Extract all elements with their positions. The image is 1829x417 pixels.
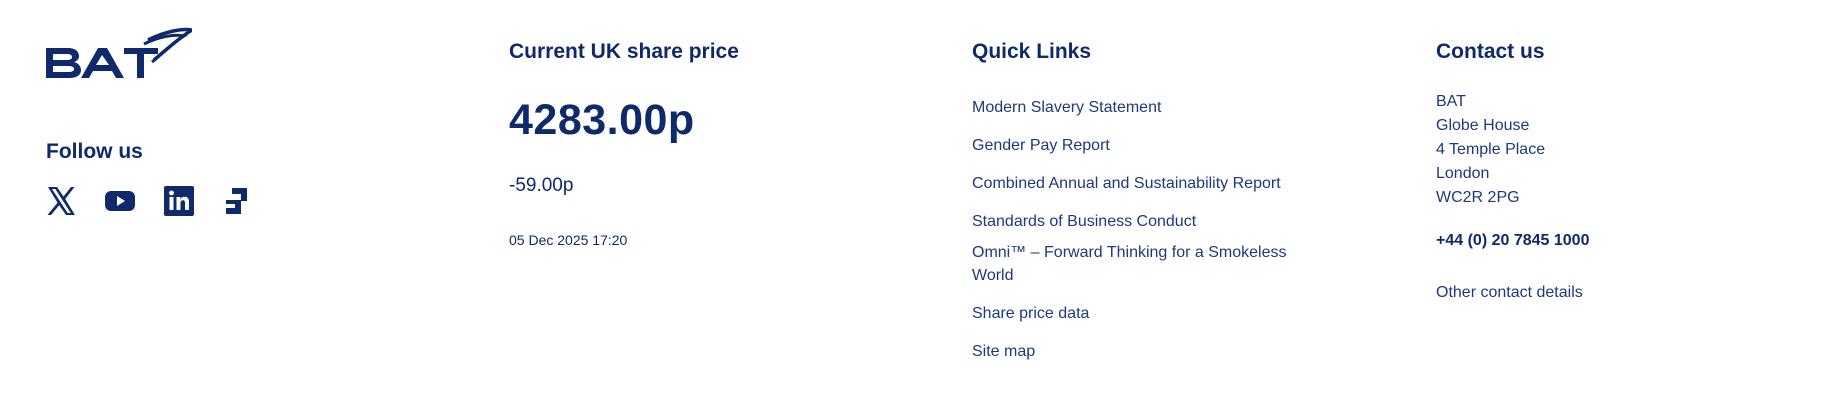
- x-icon[interactable]: [46, 186, 76, 216]
- address-line: 4 Temple Place: [1436, 141, 1546, 158]
- glassdoor-icon[interactable]: [223, 186, 253, 216]
- address-line: WC2R 2PG: [1436, 189, 1520, 206]
- address-line: BAT: [1436, 93, 1466, 110]
- follow-us-heading: Follow us: [46, 140, 143, 163]
- link-modern-slavery-statement[interactable]: Modern Slavery Statement: [972, 96, 1332, 119]
- share-price-value: 4283.00p: [509, 96, 695, 144]
- site-footer: Follow us Current UK share price 4283.00…: [0, 0, 1829, 417]
- quick-links-list: Modern Slavery Statement Gender Pay Repo…: [972, 96, 1332, 363]
- other-contact-details-link[interactable]: Other contact details: [1436, 284, 1583, 302]
- share-price-change: -59.00p: [509, 175, 574, 196]
- bat-logo-icon: [46, 27, 197, 78]
- link-annual-sustainability-report[interactable]: Combined Annual and Sustainability Repor…: [972, 172, 1332, 195]
- quick-links-heading: Quick Links: [972, 40, 1092, 63]
- linkedin-icon[interactable]: [164, 186, 194, 216]
- share-price-heading: Current UK share price: [509, 40, 739, 63]
- social-links: [46, 186, 253, 216]
- bat-logo[interactable]: [46, 26, 197, 80]
- contact-heading: Contact us: [1436, 40, 1545, 63]
- address-line: Globe House: [1436, 117, 1530, 134]
- link-share-price-data[interactable]: Share price data: [972, 302, 1332, 325]
- contact-address: BAT Globe House 4 Temple Place London WC…: [1436, 90, 1545, 210]
- link-omni[interactable]: Omni™ – Forward Thinking for a Smokeless…: [972, 241, 1332, 287]
- link-site-map[interactable]: Site map: [972, 340, 1332, 363]
- link-standards-of-business-conduct[interactable]: Standards of Business Conduct: [972, 210, 1332, 233]
- address-line: London: [1436, 165, 1490, 182]
- contact-phone-link[interactable]: +44 (0) 20 7845 1000: [1436, 232, 1589, 250]
- link-gender-pay-report[interactable]: Gender Pay Report: [972, 134, 1332, 157]
- youtube-icon[interactable]: [105, 186, 135, 216]
- share-price-timestamp: 05 Dec 2025 17:20: [509, 232, 628, 248]
